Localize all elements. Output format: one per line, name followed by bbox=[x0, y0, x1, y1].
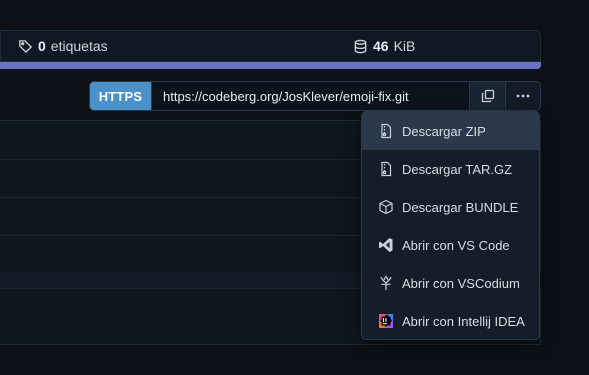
menu-item-label: Abrir con Intellij IDEA bbox=[402, 313, 525, 329]
menu-item-open-vscode[interactable]: Abrir con VS Code bbox=[362, 226, 539, 264]
language-bar bbox=[0, 62, 541, 69]
clone-panel: HTTPS bbox=[89, 81, 541, 111]
menu-item-open-intellij[interactable]: Abrir con Intellij IDEA bbox=[362, 302, 539, 339]
menu-item-download-targz[interactable]: Descargar TAR.GZ bbox=[362, 150, 539, 188]
size-unit: KiB bbox=[393, 38, 416, 54]
more-options-button[interactable] bbox=[506, 82, 540, 110]
intellij-icon bbox=[379, 314, 393, 328]
tags-stat[interactable]: 0 etiquetas bbox=[18, 38, 108, 54]
menu-item-download-bundle[interactable]: Descargar BUNDLE bbox=[362, 188, 539, 226]
tag-icon bbox=[19, 39, 33, 53]
size-value: 46 bbox=[373, 38, 389, 54]
repo-stats-bar: 0 etiquetas 46 KiB bbox=[0, 30, 541, 62]
https-button[interactable]: HTTPS bbox=[90, 82, 151, 110]
vscodium-icon bbox=[380, 275, 392, 290]
copy-url-button[interactable] bbox=[470, 82, 506, 110]
package-icon bbox=[379, 199, 393, 215]
copy-icon bbox=[481, 89, 494, 103]
clone-url-input[interactable] bbox=[151, 82, 470, 110]
database-icon bbox=[354, 39, 367, 53]
vscode-icon bbox=[379, 238, 393, 252]
tags-count: 0 bbox=[38, 38, 46, 54]
menu-item-label: Abrir con VS Code bbox=[402, 237, 510, 253]
file-zip-icon bbox=[381, 123, 392, 139]
menu-item-label: Descargar TAR.GZ bbox=[402, 161, 513, 177]
menu-item-open-vscodium[interactable]: Abrir con VSCodium bbox=[362, 264, 539, 302]
kebab-horizontal-icon bbox=[516, 94, 530, 98]
download-menu: Descargar ZIP Descargar TAR.GZ Descargar… bbox=[361, 111, 540, 340]
menu-item-label: Descargar BUNDLE bbox=[402, 199, 519, 215]
file-zip-icon bbox=[381, 161, 392, 177]
menu-item-download-zip[interactable]: Descargar ZIP bbox=[362, 112, 539, 150]
size-stat: 46 KiB bbox=[353, 38, 415, 54]
menu-item-label: Descargar ZIP bbox=[402, 123, 486, 139]
tags-label: etiquetas bbox=[50, 38, 108, 54]
menu-item-label: Abrir con VSCodium bbox=[402, 275, 520, 291]
